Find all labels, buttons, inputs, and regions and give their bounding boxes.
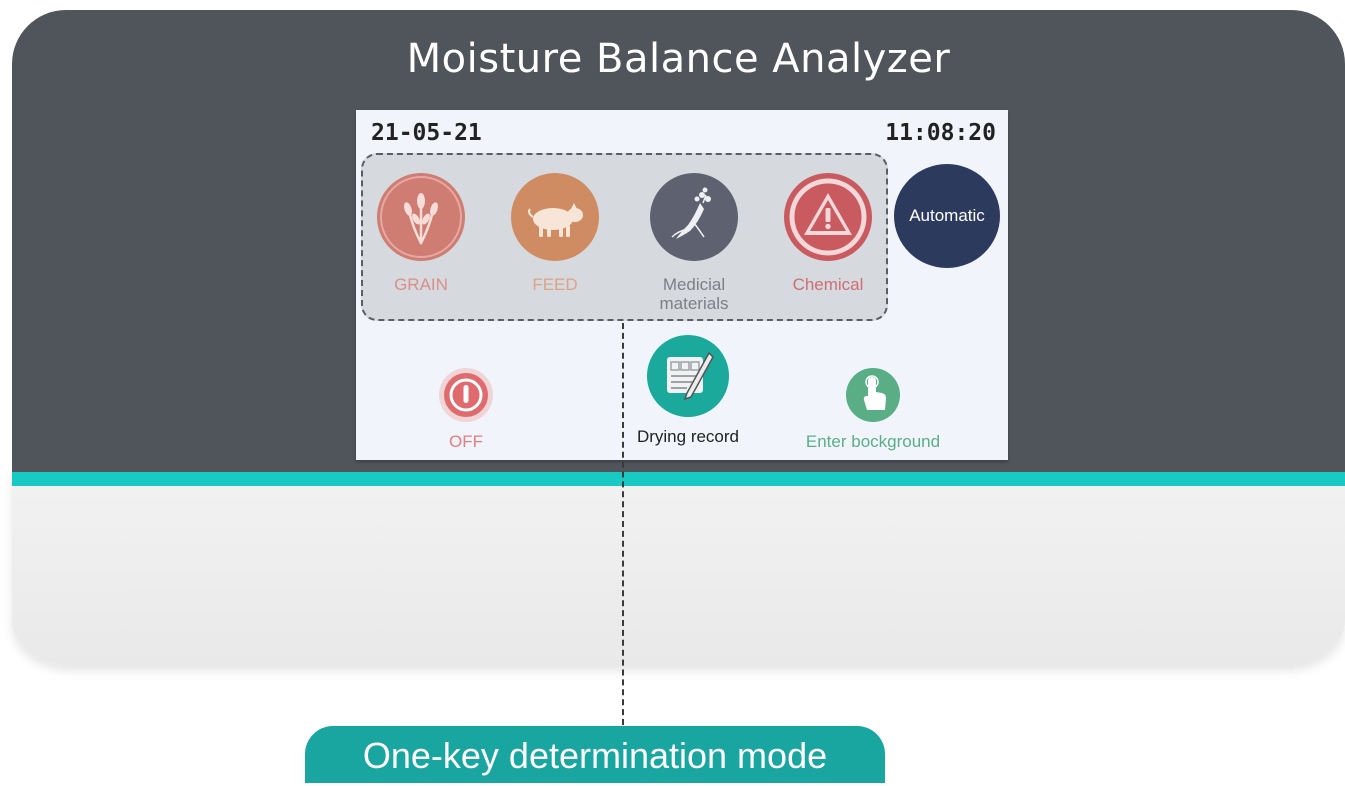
device-lower-body <box>12 470 1345 665</box>
hand-pointer-icon <box>846 368 900 422</box>
enter-background-label: Enter bockground <box>805 432 941 451</box>
screen-time: 11:08:20 <box>885 120 996 146</box>
warning-icon <box>784 173 872 261</box>
medicinal-label: Medicial materials <box>659 275 729 313</box>
pig-icon <box>511 173 599 261</box>
ginseng-icon <box>650 173 738 261</box>
screen-date: 21-05-21 <box>371 120 482 146</box>
grain-label: GRAIN <box>394 275 448 294</box>
mode-selection-panel: GRAIN FEED Medicial materials Chemical <box>361 153 888 321</box>
feed-label: FEED <box>532 275 578 294</box>
grain-mode-button[interactable]: GRAIN <box>366 173 476 294</box>
callout-leader-line <box>622 323 624 725</box>
off-label: OFF <box>449 432 483 451</box>
wheat-icon <box>377 173 465 261</box>
touch-screen: 21-05-21 11:08:20 GRAIN FEED Medicial ma… <box>356 110 1008 460</box>
automatic-button[interactable]: Automatic <box>894 164 1000 268</box>
drying-record-button[interactable]: Drying record <box>618 335 758 447</box>
record-edit-icon <box>647 335 729 417</box>
chemical-mode-button[interactable]: Chemical <box>773 173 883 294</box>
medicinal-mode-button[interactable]: Medicial materials <box>639 173 749 313</box>
chemical-label: Chemical <box>792 275 864 294</box>
off-button[interactable]: OFF <box>416 368 516 452</box>
callout-label: One-key determination mode <box>305 726 885 783</box>
device-title: Moisture Balance Analyzer <box>406 36 951 82</box>
power-icon <box>439 368 493 422</box>
enter-background-button[interactable]: Enter bockground <box>788 368 958 452</box>
teal-accent-strip <box>12 472 1345 486</box>
drying-record-label: Drying record <box>636 427 740 446</box>
feed-mode-button[interactable]: FEED <box>500 173 610 294</box>
